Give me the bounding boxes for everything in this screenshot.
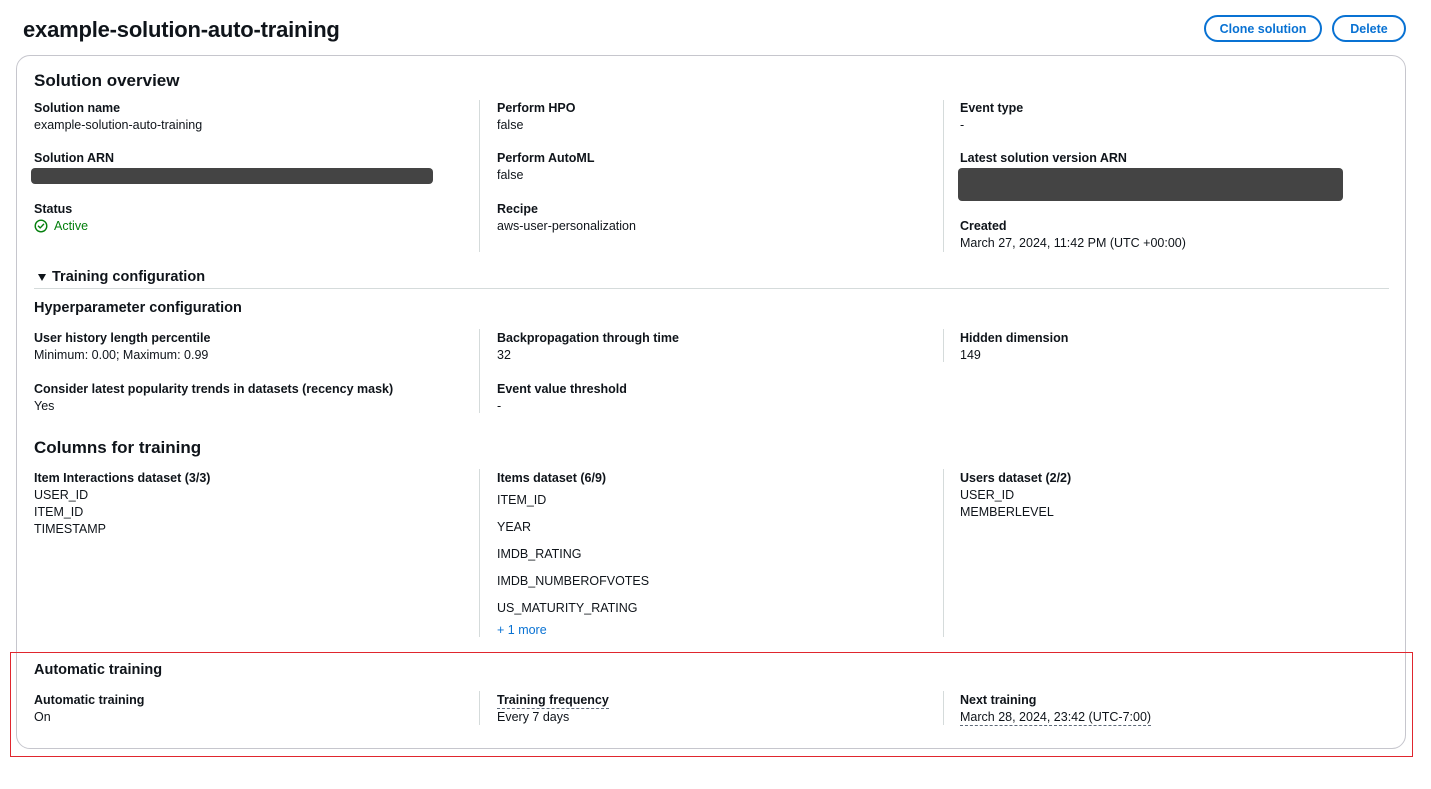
column-divider <box>943 100 944 252</box>
training-config-label: Training configuration <box>52 269 206 285</box>
bptt-label: Backpropagation through time <box>497 331 679 345</box>
training-config-expander[interactable]: Training configuration <box>38 269 205 285</box>
users-column: MEMBERLEVEL <box>960 505 1054 519</box>
solution-name-value: example-solution-auto-training <box>34 118 203 132</box>
perform-automl-label: Perform AutoML <box>497 151 595 165</box>
status-label: Status <box>34 202 73 216</box>
latest-version-arn-redacted <box>958 168 1343 201</box>
recency-value: Yes <box>34 399 55 413</box>
solution-arn-label: Solution ARN <box>34 151 115 165</box>
solution-card: Solution overview Solution name example-… <box>16 55 1406 749</box>
event-type-value: - <box>960 118 965 132</box>
items-column: YEAR <box>497 520 532 534</box>
perform-automl-value: false <box>497 168 524 182</box>
items-column: US_MATURITY_RATING <box>497 601 638 615</box>
bptt-value: 32 <box>497 348 511 362</box>
user-history-value: Minimum: 0.00; Maximum: 0.99 <box>34 348 209 362</box>
interactions-column: USER_ID <box>34 488 89 502</box>
hidden-dimension-label: Hidden dimension <box>960 331 1069 345</box>
check-circle-icon <box>34 219 48 233</box>
hidden-dimension-value: 149 <box>960 348 981 362</box>
interactions-dataset-label: Item Interactions dataset (3/3) <box>34 471 211 485</box>
perform-hpo-value: false <box>497 118 524 132</box>
solution-arn-redacted <box>31 168 433 184</box>
divider <box>34 288 1389 289</box>
event-threshold-value: - <box>497 399 502 413</box>
items-column: IMDB_NUMBEROFVOTES <box>497 574 650 588</box>
status-value: Active <box>54 219 89 233</box>
solution-name-label: Solution name <box>34 101 121 115</box>
page-title: example-solution-auto-training <box>23 17 340 42</box>
show-more-link[interactable]: + 1 more <box>497 623 547 637</box>
items-column: IMDB_RATING <box>497 547 582 561</box>
caret-down-icon <box>38 273 46 281</box>
recipe-value: aws-user-personalization <box>497 219 636 233</box>
column-divider <box>943 469 944 637</box>
column-divider <box>943 329 944 362</box>
column-divider <box>479 329 480 413</box>
perform-hpo-label: Perform HPO <box>497 101 576 115</box>
created-value: March 27, 2024, 11:42 PM (UTC +00:00) <box>960 236 1186 250</box>
overview-heading: Solution overview <box>34 71 180 90</box>
user-history-label: User history length percentile <box>34 331 211 345</box>
event-type-label: Event type <box>960 101 1024 115</box>
recency-label: Consider latest popularity trends in dat… <box>34 382 394 396</box>
columns-heading: Columns for training <box>34 438 202 457</box>
clone-solution-button[interactable]: Clone solution <box>1204 15 1322 42</box>
recipe-label: Recipe <box>497 202 538 216</box>
users-dataset-label: Users dataset (2/2) <box>960 471 1072 485</box>
items-dataset-label: Items dataset (6/9) <box>497 471 607 485</box>
latest-version-arn-label: Latest solution version ARN <box>960 151 1127 165</box>
highlight-box <box>10 652 1413 757</box>
column-divider <box>479 469 480 637</box>
items-column: ITEM_ID <box>497 493 547 507</box>
interactions-column: TIMESTAMP <box>34 522 106 536</box>
users-column: USER_ID <box>960 488 1015 502</box>
interactions-column: ITEM_ID <box>34 505 84 519</box>
delete-button[interactable]: Delete <box>1332 15 1406 42</box>
event-threshold-label: Event value threshold <box>497 382 627 396</box>
column-divider <box>479 100 480 252</box>
status-badge: Active <box>34 219 88 233</box>
created-label: Created <box>960 219 1007 233</box>
hyperparameter-heading: Hyperparameter configuration <box>34 300 242 316</box>
